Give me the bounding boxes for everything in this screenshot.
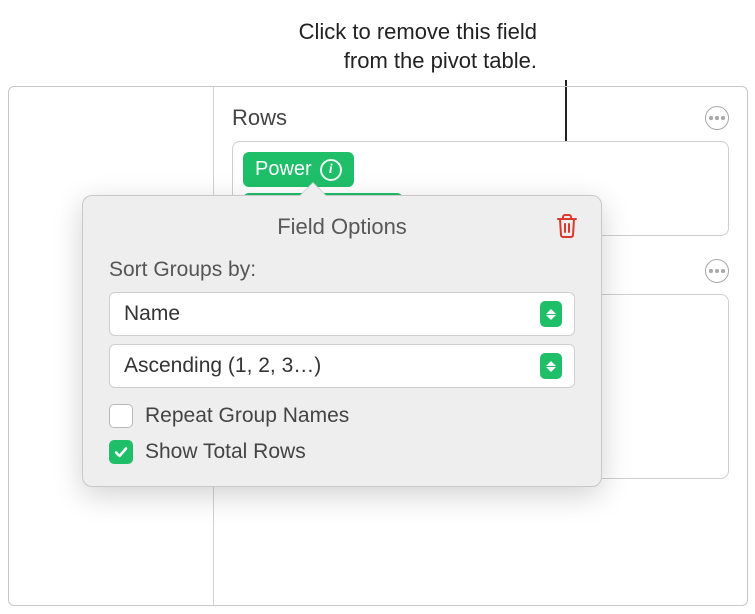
repeat-group-names-checkbox[interactable]: Repeat Group Names <box>109 404 575 428</box>
checkbox-unchecked-icon <box>109 404 133 428</box>
callout-line1: Click to remove this field <box>299 18 537 47</box>
info-icon[interactable]: i <box>320 159 342 181</box>
callout-line2: from the pivot table. <box>299 47 537 76</box>
checkbox-checked-icon <box>109 440 133 464</box>
sort-order-value: Ascending (1, 2, 3…) <box>124 354 321 378</box>
show-total-rows-label: Show Total Rows <box>145 440 306 464</box>
remove-field-button[interactable] <box>551 210 583 242</box>
repeat-group-names-label: Repeat Group Names <box>145 404 349 428</box>
callout-text: Click to remove this field from the pivo… <box>299 18 537 75</box>
dropdown-toggle-icon <box>540 301 562 327</box>
field-chip-power[interactable]: Power i <box>243 152 354 187</box>
field-options-popover: Field Options Sort Groups by: Name Ascen… <box>82 195 602 487</box>
sort-by-value: Name <box>124 302 180 326</box>
show-total-rows-checkbox[interactable]: Show Total Rows <box>109 440 575 464</box>
popover-title: Field Options <box>277 214 407 239</box>
dropdown-toggle-icon <box>540 353 562 379</box>
field-chip-label: Power <box>255 158 312 181</box>
trash-icon <box>555 213 579 239</box>
sort-groups-label: Sort Groups by: <box>109 258 575 282</box>
rows-section-title: Rows <box>232 105 287 131</box>
sort-order-select[interactable]: Ascending (1, 2, 3…) <box>109 344 575 388</box>
rows-more-button[interactable] <box>705 106 729 130</box>
popover-arrow <box>299 183 327 197</box>
section-more-button[interactable] <box>705 259 729 283</box>
sort-by-select[interactable]: Name <box>109 292 575 336</box>
